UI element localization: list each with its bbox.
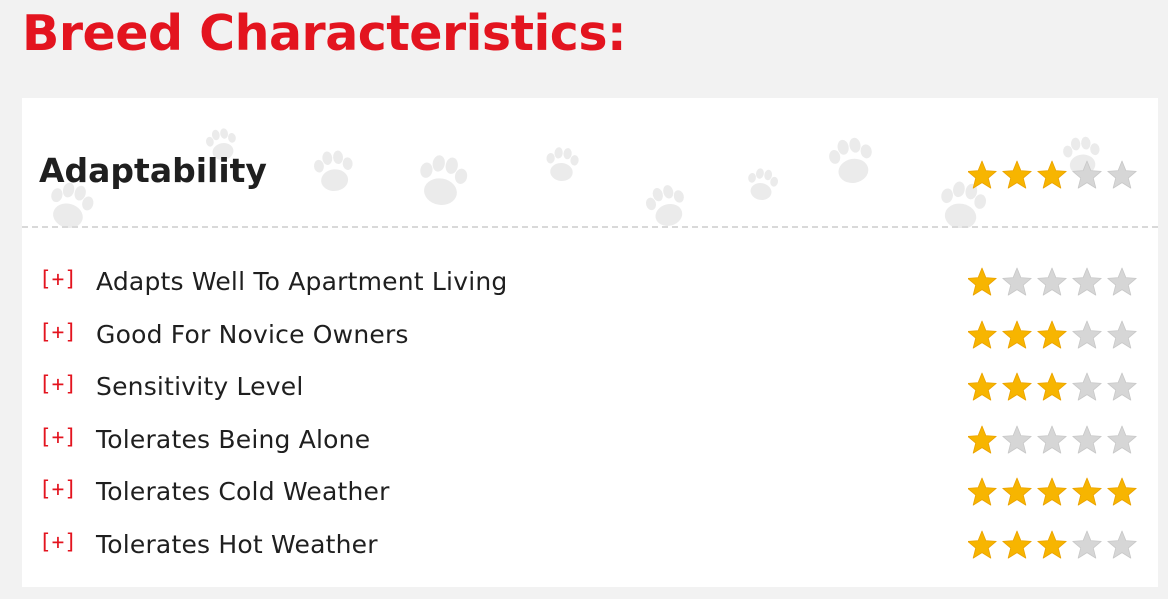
characteristics-list: [+] Adapts Well To Apartment Living [+] … (22, 257, 1158, 573)
star-empty-icon (1107, 530, 1137, 559)
rating-stars (968, 425, 1137, 454)
star-empty-icon (1037, 425, 1067, 454)
star-empty-icon (1107, 425, 1137, 454)
star-filled-icon (968, 372, 997, 401)
star-filled-icon (968, 320, 997, 349)
rating-stars (968, 372, 1137, 401)
item-label: Tolerates Hot Weather (96, 529, 378, 559)
star-empty-icon (1072, 160, 1102, 189)
section-title: Adaptability (39, 151, 267, 190)
list-item[interactable]: [+] Tolerates Cold Weather (22, 467, 1158, 520)
star-empty-icon (1002, 425, 1032, 454)
star-empty-icon (1072, 267, 1102, 296)
list-item[interactable]: [+] Adapts Well To Apartment Living (22, 257, 1158, 310)
star-empty-icon (1002, 267, 1032, 296)
star-empty-icon (1107, 372, 1137, 401)
item-label: Sensitivity Level (96, 372, 304, 402)
star-empty-icon (1037, 267, 1067, 296)
rating-stars (968, 320, 1137, 349)
star-empty-icon (1107, 267, 1137, 296)
star-empty-icon (1072, 320, 1102, 349)
star-filled-icon (1072, 477, 1102, 506)
list-item[interactable]: [+] Tolerates Hot Weather (22, 520, 1158, 573)
star-filled-icon (1037, 477, 1067, 506)
expand-icon[interactable]: [+] (39, 527, 77, 557)
star-filled-icon (1002, 477, 1032, 506)
star-filled-icon (1037, 530, 1067, 559)
star-filled-icon (968, 160, 997, 189)
star-filled-icon (968, 267, 997, 296)
expand-icon[interactable]: [+] (39, 317, 77, 347)
star-filled-icon (1037, 372, 1067, 401)
star-filled-icon (968, 425, 997, 454)
expand-icon[interactable]: [+] (39, 422, 77, 452)
expand-icon[interactable]: [+] (39, 474, 77, 504)
star-filled-icon (1002, 372, 1032, 401)
star-filled-icon (1002, 320, 1032, 349)
star-empty-icon (1107, 160, 1137, 189)
star-filled-icon (968, 477, 997, 506)
star-empty-icon (1072, 530, 1102, 559)
list-item[interactable]: [+] Sensitivity Level (22, 362, 1158, 415)
star-filled-icon (968, 530, 997, 559)
star-filled-icon (1037, 320, 1067, 349)
list-item[interactable]: [+] Good For Novice Owners (22, 310, 1158, 363)
star-empty-icon (1107, 320, 1137, 349)
star-filled-icon (1037, 160, 1067, 189)
rating-stars (968, 267, 1137, 296)
star-filled-icon (1002, 530, 1032, 559)
star-filled-icon (1107, 477, 1137, 506)
section-rating-stars (968, 160, 1137, 189)
expand-icon[interactable]: [+] (39, 369, 77, 399)
breed-characteristics-card: Adaptability [+] Adapts Well To Apartmen… (22, 98, 1158, 587)
item-label: Adapts Well To Apartment Living (96, 267, 508, 296)
rating-stars (968, 477, 1137, 506)
rating-stars (968, 530, 1137, 559)
star-empty-icon (1072, 425, 1102, 454)
star-empty-icon (1072, 372, 1102, 401)
item-label: Tolerates Being Alone (96, 424, 371, 454)
item-label: Good For Novice Owners (96, 319, 409, 349)
star-filled-icon (1002, 160, 1032, 189)
item-label: Tolerates Cold Weather (96, 477, 390, 507)
section-header-adaptability[interactable]: Adaptability (22, 98, 1158, 228)
expand-icon[interactable]: [+] (39, 264, 77, 294)
page-title: Breed Characteristics: (22, 5, 627, 62)
list-item[interactable]: [+] Tolerates Being Alone (22, 415, 1158, 468)
